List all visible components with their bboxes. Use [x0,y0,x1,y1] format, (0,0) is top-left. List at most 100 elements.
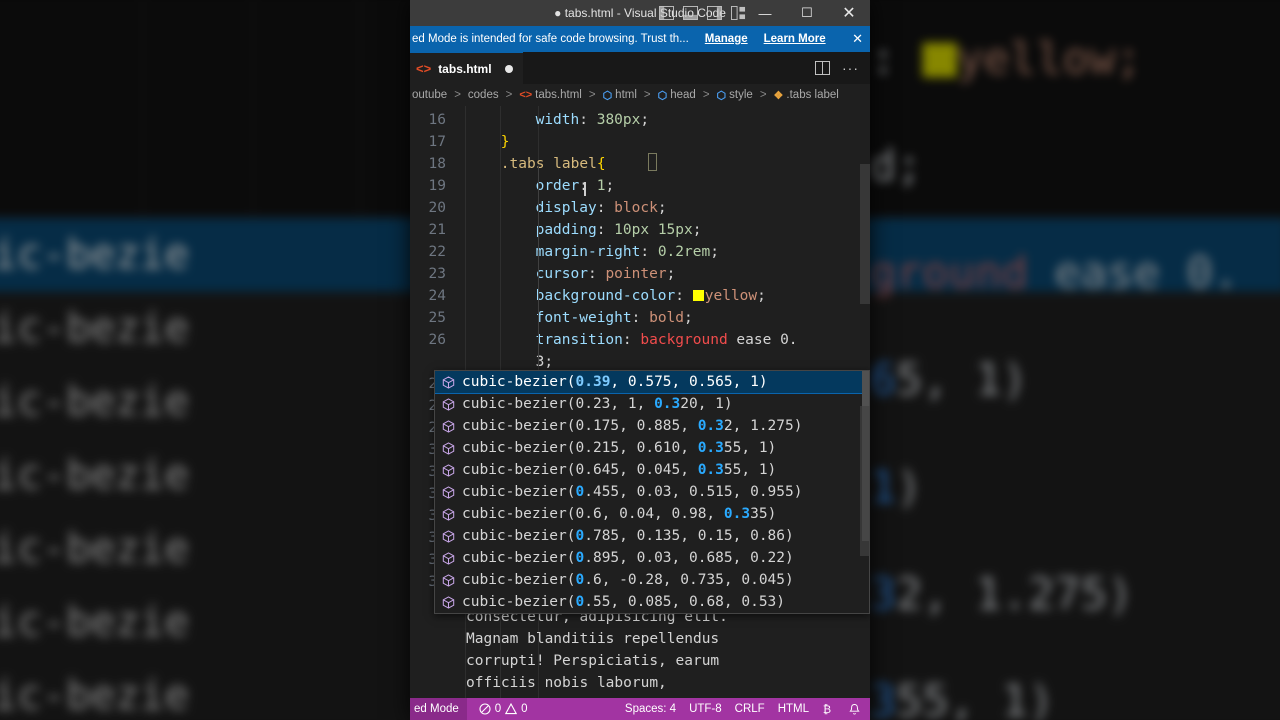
css-rule-icon: ❖ [773,89,784,102]
css-value-cube-icon [442,573,455,587]
breadcrumb-separator: > [759,89,767,101]
backdrop-code-fragment: 355, 1) [869,676,1055,720]
css-value-cube-icon [442,529,455,543]
banner-message: ed Mode is intended for safe code browsi… [412,33,689,45]
banner-learn-more-link[interactable]: Learn More [764,33,826,45]
editor-scrollbar[interactable] [860,164,870,304]
status-right: Spaces: 4 UTF-8 CRLF HTML ₿ [625,703,870,716]
notifications-bell-icon[interactable] [848,703,861,716]
breadcrumb-separator: > [505,89,513,101]
css-value-cube-icon [442,485,455,499]
css-value-cube-icon [442,551,455,565]
split-editor-icon[interactable] [815,61,830,75]
suggestion-item[interactable]: cubic-bezier(0.215, 0.610, 0.355, 1) [435,437,869,459]
indentation-status[interactable]: Spaces: 4 [625,703,676,715]
breadcrumb-item-head[interactable]: ⬡ head [658,89,696,102]
html5-icon: <> [416,61,432,76]
css-value-cube-icon [442,595,455,609]
backdrop-code-fragment: 1) [869,462,923,513]
problems-status[interactable]: 0 0 [467,703,528,715]
warning-count: 0 [521,703,528,715]
breadcrumb: outube > codes > <> tabs.html > ⬡ html > ⬡ head > ⬡ st… [410,84,870,106]
backdrop-code-fragment: 32, 1.275) [869,569,1134,621]
toggle-panel-icon[interactable] [683,6,698,20]
cube-icon: ⬡ [602,89,613,102]
svg-text:₿: ₿ [823,703,831,716]
css-value-cube-icon [442,397,455,411]
suggestion-label: cubic-bezier(0.895, 0.03, 0.685, 0.22) [462,550,794,566]
editor-scrollbar-lower[interactable] [860,406,870,556]
breadcrumb-separator: > [454,89,461,101]
warning-triangle-icon [505,703,518,715]
suggestion-label: cubic-bezier(0.23, 1, 0.320, 1) [462,396,733,412]
breadcrumb-separator: > [588,89,596,101]
tab-tabs-html[interactable]: <> tabs.html [410,52,523,84]
breadcrumb-item-style[interactable]: ⬡ style [717,89,753,102]
breadcrumb-item-html[interactable]: ⬡ html [603,89,637,102]
restricted-mode-label: ed Mode [414,703,459,715]
language-mode-status[interactable]: HTML [778,703,809,715]
layout-toggle-group [659,0,746,26]
breadcrumb-item--tabs-label[interactable]: ❖ .tabs label [774,89,839,102]
suggestion-label: cubic-bezier(0.175, 0.885, 0.32, 1.275) [462,418,803,434]
suggestion-widget[interactable]: cubic-bezier(0.39, 0.575, 0.565, 1) cubic… [434,370,870,614]
toggle-secondary-sidebar-icon[interactable] [707,6,722,20]
cube-icon: ⬡ [657,89,668,102]
backdrop-code-fragment: ground ease 0. [869,247,1240,299]
breadcrumb-label: .tabs label [786,89,839,101]
restricted-mode-status[interactable]: ed Mode [410,698,467,720]
suggestion-item[interactable]: cubic-bezier(0.39, 0.575, 0.565, 1) [435,371,869,394]
suggestion-item[interactable]: cubic-bezier(0.645, 0.045, 0.355, 1) [435,459,869,481]
banner-manage-link[interactable]: Manage [705,33,748,45]
toggle-primary-sidebar-icon[interactable] [659,6,674,20]
suggestion-item[interactable]: cubic-bezier(0.895, 0.03, 0.685, 0.22) [435,547,869,569]
minimize-button[interactable]: — [744,0,786,26]
css-value-cube-icon [442,419,455,433]
banner-close-icon[interactable]: ✕ [852,31,863,47]
more-actions-icon[interactable]: ··· [842,60,859,76]
breadcrumb-separator: > [643,89,651,101]
suggestion-item[interactable]: cubic-bezier(0.6, -0.28, 0.735, 0.045) [435,569,869,591]
breadcrumb-label: head [670,89,696,101]
suggestion-item[interactable]: cubic-bezier(0.455, 0.03, 0.515, 0.955) [435,481,869,503]
breadcrumb-separator: > [702,89,710,101]
suggestion-label: cubic-bezier(0.6, 0.04, 0.98, 0.335) [462,506,777,522]
suggestion-label: cubic-bezier(0.55, 0.085, 0.68, 0.53) [462,594,786,610]
suggestion-item[interactable]: cubic-bezier(0.6, 0.04, 0.98, 0.335) [435,503,869,525]
css-value-cube-icon [442,507,455,521]
suggestion-item[interactable]: cubic-bezier(0.785, 0.135, 0.15, 0.86) [435,525,869,547]
suggestion-item[interactable]: cubic-bezier(0.55, 0.085, 0.68, 0.53) [435,591,869,613]
status-left: ed Mode 0 0 [410,698,528,720]
unsaved-dot-icon [504,64,513,73]
suggestion-label: cubic-bezier(0.39, 0.575, 0.565, 1) [462,374,768,390]
breadcrumb-label: outube [412,89,448,101]
code-editor[interactable]: 16 width: 380px; 17} 18 .tabs label{19 order:… [410,106,870,698]
encoding-status[interactable]: UTF-8 [689,703,722,715]
suggestion-label: cubic-bezier(0.785, 0.135, 0.15, 0.86) [462,528,794,544]
suggestion-item[interactable]: cubic-bezier(0.23, 1, 0.320, 1) [435,393,869,415]
breadcrumb-label: html [615,89,637,101]
suggestion-item[interactable]: cubic-bezier(0.175, 0.885, 0.32, 1.275) [435,415,869,437]
cube-icon: ⬡ [716,89,727,102]
breadcrumb-item-codes[interactable]: codes [468,89,499,101]
prettier-icon[interactable]: ₿ [822,703,835,716]
css-value-cube-icon [442,463,455,477]
error-circle-icon [479,703,491,715]
html5-icon: <> [519,89,533,101]
tab-actions: ··· [815,52,870,84]
close-button[interactable]: ✕ [828,0,870,26]
title-bar: ● tabs.html - Visual Studio Code — ☐ ✕ [410,0,870,26]
breadcrumb-item-tabs-html[interactable]: <> tabs.html [519,89,582,101]
restricted-mode-banner: ed Mode is intended for safe code browsi… [410,26,870,52]
backdrop-code-fragment: : yellow; [869,33,1142,85]
vscode-window: ● tabs.html - Visual Studio Code — ☐ ✕ e… [410,0,870,720]
breadcrumb-label: tabs.html [535,89,582,101]
breadcrumb-item-outube[interactable]: outube [412,89,447,101]
editor-body-text: consectetur, adipisicing elit. Magnam bl… [466,609,728,691]
eol-status[interactable]: CRLF [735,703,765,715]
breadcrumb-label: style [729,89,753,101]
window-controls: — ☐ ✕ [744,0,870,26]
status-bar: ed Mode 0 0 Spaces: 4 UTF-8 CRLF HTML ₿ [410,698,870,720]
maximize-button[interactable]: ☐ [786,0,828,26]
suggestion-label: cubic-bezier(0.455, 0.03, 0.515, 0.955) [462,484,803,500]
